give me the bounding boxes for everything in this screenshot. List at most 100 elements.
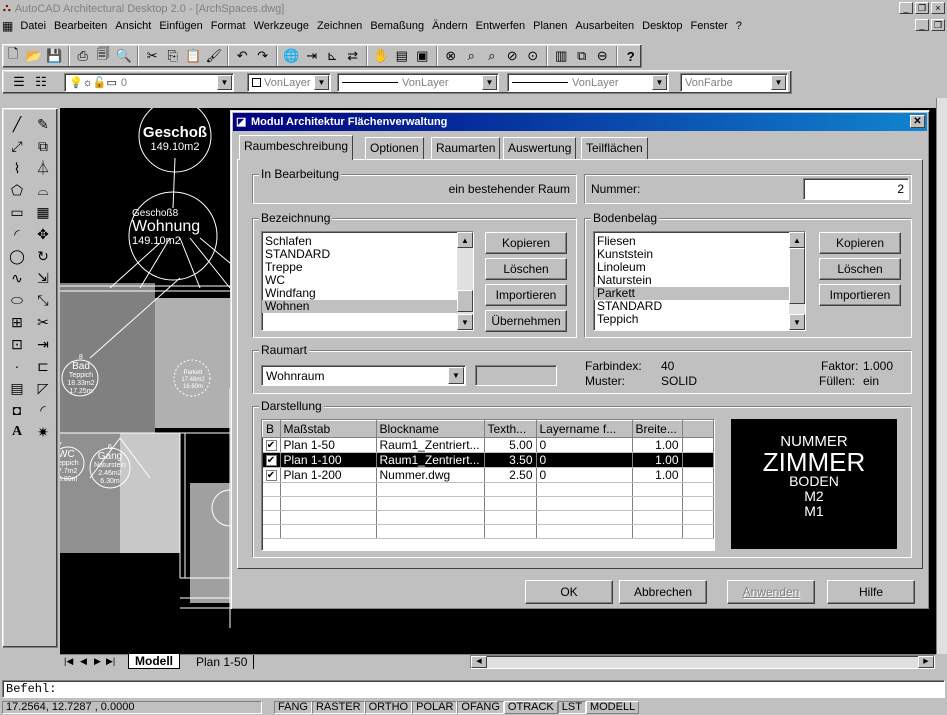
menu-format[interactable]: Format xyxy=(207,20,250,32)
cell-block[interactable]: Raum1_Zentriert... xyxy=(376,452,485,468)
table-row[interactable]: ✔ Plan 1-50 Raum1_Zentriert... 5.00 0 1.… xyxy=(262,437,714,453)
doc-restore-icon[interactable]: ❐ xyxy=(931,19,945,31)
cut-icon[interactable]: ✂ xyxy=(142,46,163,66)
table-row[interactable]: ✔ Plan 1-200 Nummer.dwg 2.50 0 1.00 xyxy=(262,467,714,483)
tab-plan-1-50[interactable]: Plan 1-50 xyxy=(190,655,255,669)
bezeichnung-delete-button[interactable]: Löschen xyxy=(485,258,567,280)
mirror-icon[interactable]: ⏃ xyxy=(31,157,55,179)
distance-icon[interactable]: ⇄ xyxy=(343,46,364,66)
properties-icon[interactable]: ▤ xyxy=(392,46,413,66)
chevron-down-icon[interactable]: ▼ xyxy=(448,367,464,384)
cell-scale[interactable]: Plan 1-50 xyxy=(280,437,377,453)
menu-datei[interactable]: Datei xyxy=(16,20,50,32)
rectangle-icon[interactable]: ▭ xyxy=(5,201,29,223)
print-preview-icon[interactable]: 🗐 xyxy=(93,46,114,66)
horizontal-scrollbar[interactable]: ◀ ▶ xyxy=(470,655,935,669)
circle-icon[interactable]: ◯ xyxy=(5,245,29,267)
tab-raumbeschreibung[interactable]: Raumbeschreibung xyxy=(239,135,354,160)
chevron-down-icon[interactable]: ▼ xyxy=(217,75,232,90)
scale-icon[interactable]: ⇲ xyxy=(31,267,55,289)
doc-minimize-icon[interactable]: _ xyxy=(915,19,929,31)
find-icon[interactable]: 🔍 xyxy=(114,46,135,66)
menu-werkzeuge[interactable]: Werkzeuge xyxy=(250,20,313,32)
help-icon[interactable]: ? xyxy=(621,46,642,66)
last-tab-arrow-icon[interactable]: ▶| xyxy=(106,656,115,667)
restore-icon[interactable]: ❐ xyxy=(915,2,929,14)
cell-block[interactable]: Nummer.dwg xyxy=(376,467,485,483)
match-properties-icon[interactable]: 🖌 xyxy=(204,46,225,66)
cell-layer[interactable]: 0 xyxy=(536,437,633,453)
menu-desktop[interactable]: Desktop xyxy=(638,20,686,32)
close-icon[interactable]: × xyxy=(931,2,945,14)
dialog-close-icon[interactable]: ✕ xyxy=(910,115,925,128)
design-center-icon[interactable]: ▣ xyxy=(412,46,433,66)
apply-button[interactable]: Anwenden xyxy=(727,580,815,604)
spline-icon[interactable]: ∿ xyxy=(5,267,29,289)
row-checkbox[interactable]: ✔ xyxy=(262,467,281,483)
bodenbelag-delete-button[interactable]: Löschen xyxy=(819,258,901,280)
toggle-lst[interactable]: LST xyxy=(557,701,586,714)
tab-raumarten[interactable]: Raumarten xyxy=(431,137,501,159)
toggle-modell[interactable]: MODELL xyxy=(585,701,640,714)
minimize-icon[interactable]: _ xyxy=(899,2,913,14)
paste-icon[interactable]: 📋 xyxy=(183,46,204,66)
menu-help[interactable]: ? xyxy=(732,20,746,32)
menu-zeichnen[interactable]: Zeichnen xyxy=(313,20,366,32)
nummer-field[interactable]: 2 xyxy=(803,178,909,200)
layer-previous-icon[interactable]: ⊖ xyxy=(592,46,613,66)
cell-layer[interactable]: 0 xyxy=(536,452,633,468)
linetype-combo[interactable]: VonLayer ▼ xyxy=(337,73,499,92)
open-folder-icon[interactable]: 📂 xyxy=(24,46,45,66)
menu-ausarbeiten[interactable]: Ausarbeiten xyxy=(571,20,638,32)
trim-icon[interactable]: ✂ xyxy=(31,311,55,333)
tab-teilflaechen[interactable]: Teilflächen xyxy=(581,137,648,159)
zoom-window-icon[interactable]: ⌕ xyxy=(482,46,503,66)
checkbox[interactable]: ✔ xyxy=(265,455,277,467)
col-layername[interactable]: Layername f... xyxy=(535,420,633,438)
scroll-down-icon[interactable]: ▼ xyxy=(789,314,805,330)
tab-optionen[interactable]: Optionen xyxy=(365,137,424,159)
arc-icon[interactable]: ◜ xyxy=(5,223,29,245)
scroll-up-icon[interactable]: ▲ xyxy=(457,232,473,248)
table-row-selected[interactable]: ✔ Plan 1-100 Raum1_Zentriert... 3.50 0 1… xyxy=(262,452,714,468)
scroll-thumb[interactable] xyxy=(789,248,805,304)
move-icon[interactable]: ✥ xyxy=(31,223,55,245)
zoom-previous-icon[interactable]: ⊘ xyxy=(502,46,523,66)
insert-block-icon[interactable]: ⊞ xyxy=(5,311,29,333)
erase-icon[interactable]: ✎ xyxy=(31,113,55,135)
scroll-thumb[interactable] xyxy=(457,290,473,312)
hatch-icon[interactable]: ▤ xyxy=(5,377,29,399)
menu-entwerfen[interactable]: Entwerfen xyxy=(472,20,530,32)
toggle-otrack[interactable]: OTRACK xyxy=(503,701,558,714)
menu-bearbeiten[interactable]: Bearbeiten xyxy=(50,20,111,32)
break-icon[interactable]: ⊏ xyxy=(31,355,55,377)
prev-tab-arrow-icon[interactable]: ◀ xyxy=(80,656,87,667)
scroll-right-arrow-icon[interactable]: ▶ xyxy=(918,656,934,668)
layer-manager-icon[interactable]: ☰ xyxy=(8,72,30,92)
fillet-icon[interactable]: ◜ xyxy=(31,399,55,421)
bodenbelag-import-button[interactable]: Importieren xyxy=(819,284,901,306)
cell-layer[interactable]: 0 xyxy=(536,467,633,483)
row-checkbox[interactable]: ✔ xyxy=(262,452,281,468)
tracking-icon[interactable]: ⇥ xyxy=(302,46,323,66)
toggle-fang[interactable]: FANG xyxy=(274,701,312,714)
toggle-raster[interactable]: RASTER xyxy=(311,701,365,714)
checkbox[interactable]: ✔ xyxy=(265,470,277,482)
menu-fenster[interactable]: Fenster xyxy=(686,20,731,32)
explode-icon[interactable]: ✷ xyxy=(31,421,55,443)
command-line[interactable]: Befehl: xyxy=(2,680,945,698)
3d-orbit-icon[interactable]: ⊗ xyxy=(441,46,462,66)
region-icon[interactable]: ◘ xyxy=(5,399,29,421)
vertical-scrollbar[interactable] xyxy=(936,98,947,654)
cell-block[interactable]: Raum1_Zentriert... xyxy=(376,437,485,453)
bezeichnung-copy-button[interactable]: Kopieren xyxy=(485,232,567,254)
new-file-icon[interactable]: 🗋 xyxy=(3,46,24,66)
scroll-up-icon[interactable]: ▲ xyxy=(789,232,805,248)
plotstyle-combo[interactable]: VonFarbe ▼ xyxy=(680,73,788,92)
cell-width[interactable]: 1.00 xyxy=(632,437,683,453)
copy-icon[interactable]: ⎘ xyxy=(163,46,184,66)
point-icon[interactable]: · xyxy=(5,355,29,377)
cancel-button[interactable]: Abbrechen xyxy=(619,580,707,604)
rotate-icon[interactable]: ↻ xyxy=(31,245,55,267)
ellipse-icon[interactable]: ⬭ xyxy=(5,289,29,311)
